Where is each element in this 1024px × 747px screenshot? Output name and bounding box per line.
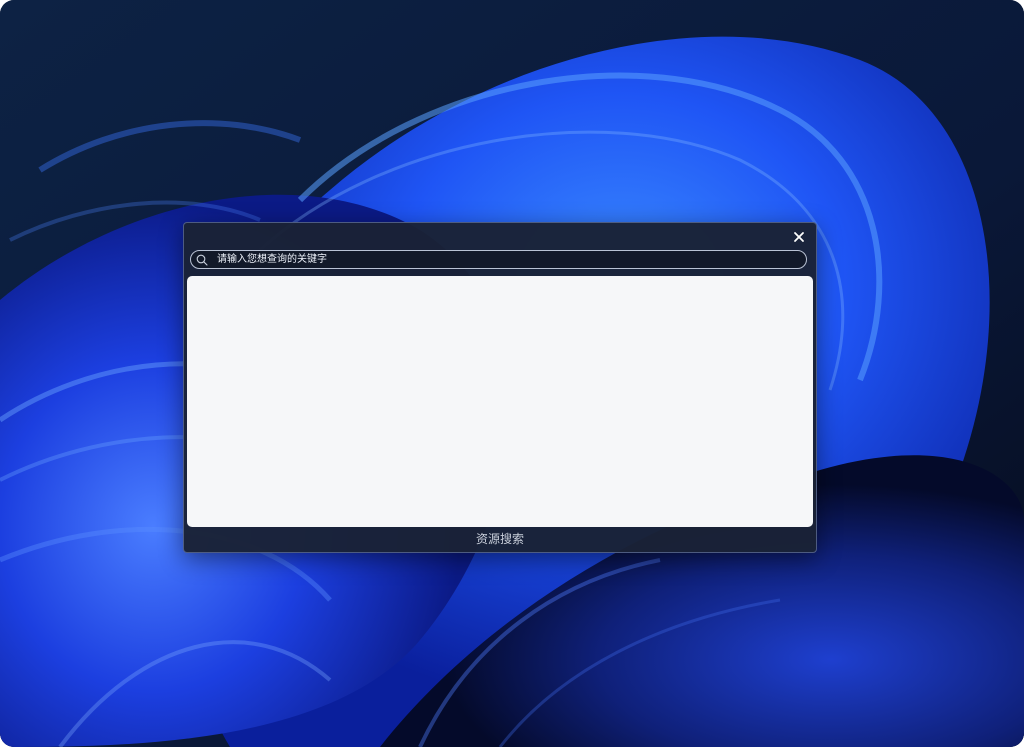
search-results-panel	[187, 276, 813, 527]
close-button[interactable]	[790, 228, 808, 246]
search-icon	[196, 254, 208, 266]
desktop: 资源搜索	[0, 0, 1024, 747]
search-box[interactable]	[190, 250, 807, 269]
resource-search-dialog: 资源搜索	[183, 222, 817, 553]
close-icon	[794, 232, 804, 242]
search-input[interactable]	[217, 251, 797, 268]
dialog-title-label: 资源搜索	[475, 532, 524, 546]
